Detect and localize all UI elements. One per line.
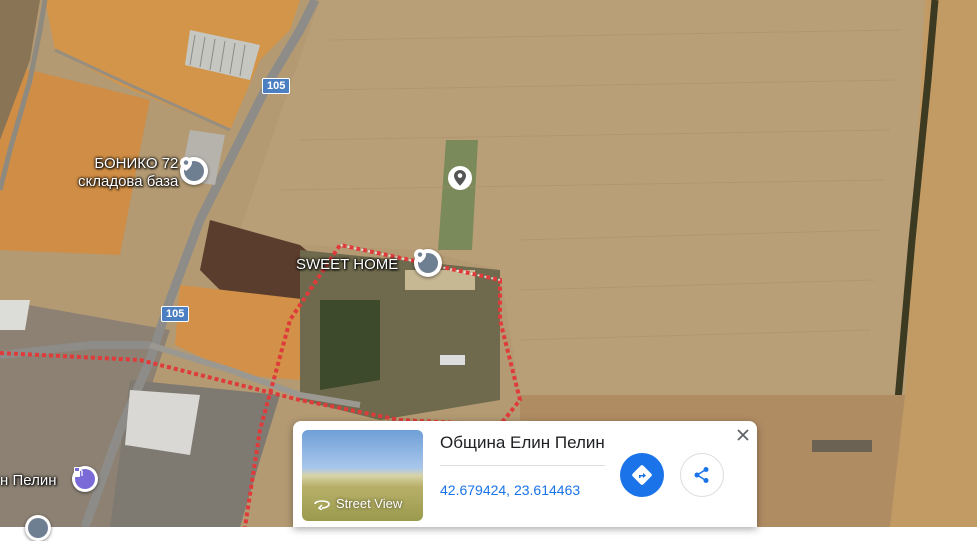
- street-view-label: Street View: [336, 496, 403, 511]
- street-view-label-group: Street View: [312, 496, 402, 511]
- close-icon: [737, 429, 749, 441]
- poi-label-sweet-home[interactable]: SWEET HOME: [296, 256, 398, 274]
- location-pin-icon: [28, 518, 48, 538]
- map-pin-gas-station[interactable]: [72, 466, 98, 492]
- map-pin-boniko[interactable]: [180, 157, 208, 185]
- directions-icon: [632, 465, 652, 485]
- location-pin-icon: [180, 157, 204, 181]
- map-pin-partial[interactable]: [25, 515, 51, 541]
- road-shield-105-bottom: 105: [161, 306, 190, 322]
- coordinates-link[interactable]: 42.679424, 23.614463: [440, 482, 580, 498]
- road-shield-105-top: 105: [262, 78, 291, 94]
- poi-boniko-subtitle: складова база: [78, 173, 179, 190]
- share-icon: [694, 467, 709, 483]
- location-pin-icon: [414, 249, 438, 273]
- street-view-thumbnail[interactable]: Street View: [302, 430, 423, 521]
- place-name: Община Елин Пелин: [440, 433, 605, 452]
- close-button[interactable]: [734, 426, 752, 444]
- divider: [440, 465, 605, 466]
- gas-station-icon: [74, 467, 95, 489]
- street-view-rotate-icon: [314, 499, 330, 510]
- place-info-card: Street View Община Елин Пелин 42.679424,…: [293, 421, 757, 527]
- dropped-pin[interactable]: [447, 165, 473, 191]
- map-pin-sweet-home[interactable]: [414, 249, 442, 277]
- share-button[interactable]: [680, 453, 724, 497]
- poi-label-boniko[interactable]: БОНИКО 72 складова база: [78, 155, 178, 191]
- poi-boniko-name: БОНИКО 72: [94, 155, 179, 172]
- directions-button[interactable]: [620, 453, 664, 497]
- poi-label-elin-pelin[interactable]: н Пелин: [0, 472, 57, 490]
- pin-outline-icon: [448, 166, 472, 190]
